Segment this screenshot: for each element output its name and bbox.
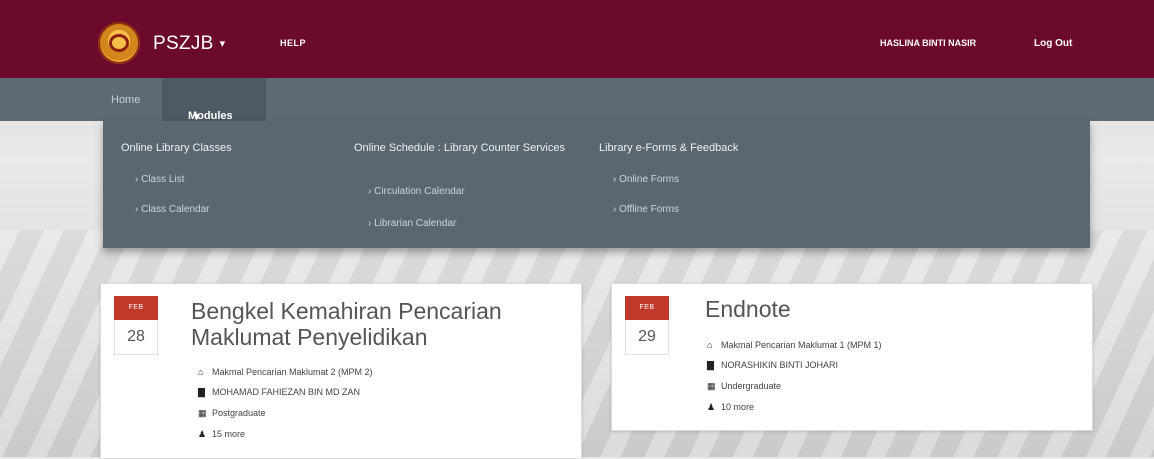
event-card[interactable]: FEB 29 Endnote ⌂ Makmal Pencarian Makluma… [611, 283, 1093, 431]
menu-column-forms: Library e-Forms & Feedback Online Forms … [599, 142, 819, 215]
event-location: ⌂ Makmal Pencarian Maklumat 2 (MPM 2) [198, 367, 373, 377]
home-icon: ⌂ [707, 340, 713, 350]
grid-icon: ▦ [707, 381, 716, 391]
menu-item-librarian-calendar[interactable]: Librarian Calendar [368, 218, 456, 229]
event-seats: ♟ 10 more [707, 402, 755, 412]
event-title[interactable]: Endnote [705, 296, 1075, 322]
menu-item-class-list[interactable]: Class List [135, 174, 184, 185]
book-icon: ▇ [198, 387, 205, 397]
top-bar: PSZJB ▾ HELP HASLINA BINTI NASIR Log Out [0, 0, 1154, 78]
menu-heading[interactable]: Library e-Forms & Feedback [599, 142, 819, 155]
event-audience: ▦ Undergraduate [707, 381, 782, 391]
menu-column-schedule: Online Schedule : Library Counter Servic… [354, 142, 584, 229]
logout-link[interactable]: Log Out [1034, 38, 1072, 49]
menu-column-classes: Online Library Classes Class List Class … [121, 142, 341, 215]
event-seats: ♟ 15 more [198, 429, 246, 439]
date-badge: FEB 29 [625, 296, 669, 355]
university-logo[interactable] [98, 22, 140, 64]
event-audience: ▦ Postgraduate [198, 408, 266, 418]
menu-item-circulation-calendar[interactable]: Circulation Calendar [368, 186, 465, 197]
menu-heading[interactable]: Online Library Classes [121, 142, 341, 155]
home-icon: ⌂ [198, 367, 204, 377]
event-location: ⌂ Makmal Pencarian Maklumat 1 (MPM 1) [707, 340, 882, 350]
menu-item-offline-forms[interactable]: Offline Forms [613, 204, 679, 215]
grid-icon: ▦ [198, 408, 207, 418]
event-instructor: ▇ MOHAMAD FAHIEZAN BIN MD ZAN [198, 387, 361, 397]
book-icon: ▇ [707, 360, 714, 370]
date-month: FEB [114, 296, 158, 320]
date-day: 29 [625, 320, 669, 355]
chevron-down-icon: ▾ [219, 38, 226, 51]
nav-home[interactable]: Home [111, 94, 140, 106]
brand-label: PSZJB [153, 33, 214, 54]
event-instructor: ▇ NORASHIKIN BINTI JOHARI [707, 360, 839, 370]
menu-item-class-calendar[interactable]: Class Calendar [135, 204, 209, 215]
brand-menu[interactable]: PSZJB ▾ [153, 33, 225, 55]
event-card[interactable]: FEB 28 Bengkel Kemahiran Pencarian Maklu… [100, 283, 582, 459]
date-day: 28 [114, 320, 158, 355]
help-link[interactable]: HELP [280, 38, 306, 48]
nav-modules[interactable]: Modules ▾ [162, 78, 266, 123]
modules-dropdown: Online Library Classes Class List Class … [103, 121, 1090, 248]
date-badge: FEB 28 [114, 296, 158, 355]
user-icon: ♟ [707, 402, 716, 412]
menu-item-online-forms[interactable]: Online Forms [613, 174, 679, 185]
menu-heading[interactable]: Online Schedule : Library Counter Servic… [354, 142, 584, 155]
event-title[interactable]: Bengkel Kemahiran Pencarian Maklumat Pen… [191, 298, 571, 350]
user-name-link[interactable]: HASLINA BINTI NASIR [880, 38, 976, 48]
user-icon: ♟ [198, 429, 207, 439]
date-month: FEB [625, 296, 669, 320]
